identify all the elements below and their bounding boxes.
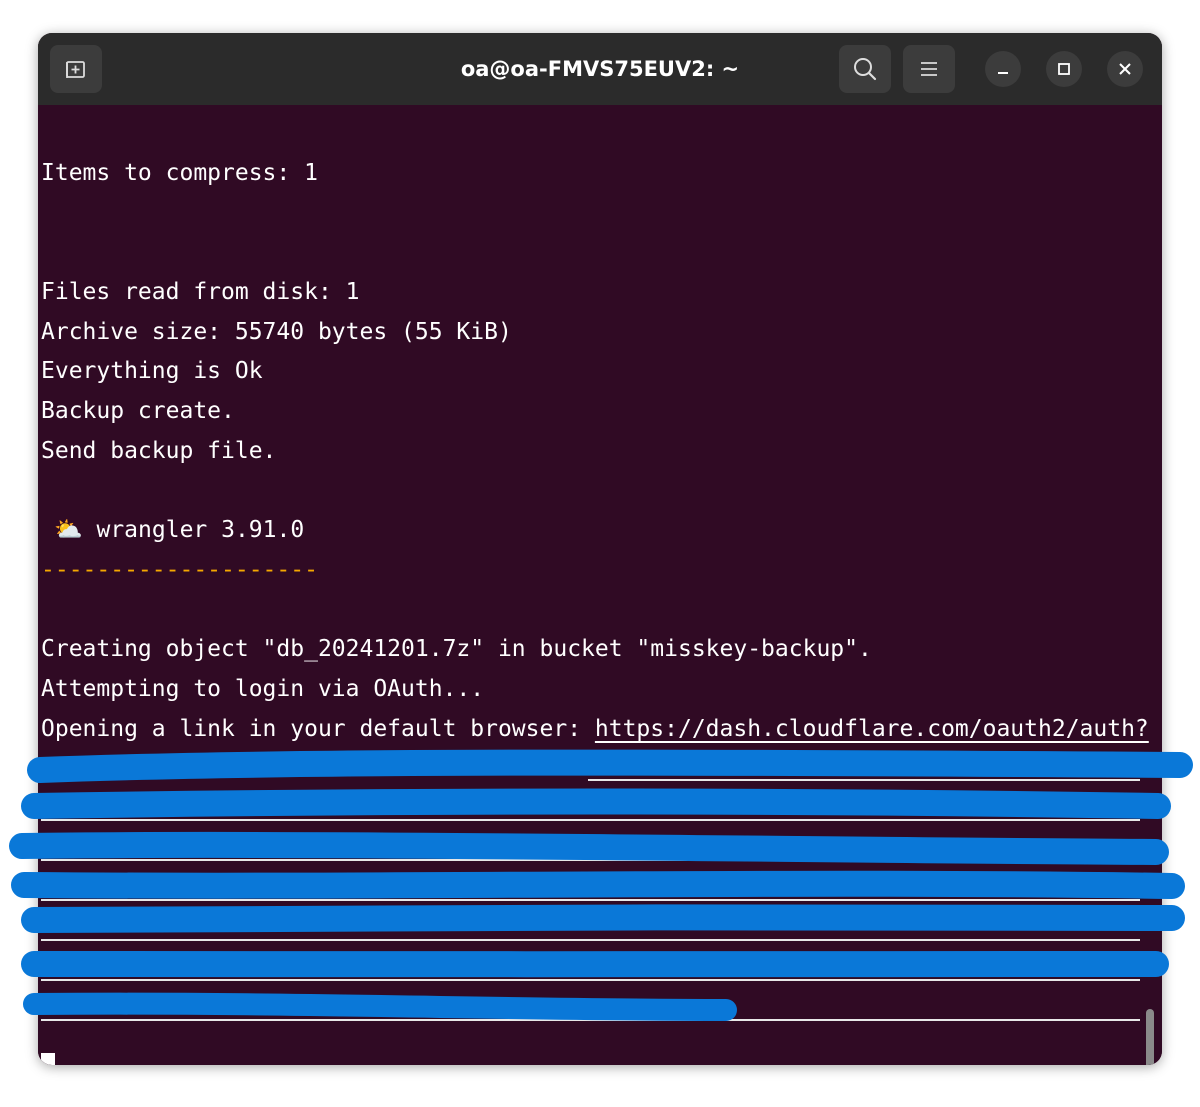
output-text: Opening a link in your default browser: — [41, 716, 595, 742]
minimize-button[interactable] — [985, 51, 1021, 87]
url-underline — [41, 859, 1140, 861]
menu-button[interactable] — [903, 45, 955, 93]
output-line: Files read from disk: 1 — [41, 279, 360, 305]
output-line: Attempting to login via OAuth... — [41, 676, 485, 702]
url-underline — [41, 939, 1140, 941]
output-line: Send backup file. — [41, 438, 277, 464]
url-underline — [41, 819, 1140, 821]
close-button[interactable] — [1107, 51, 1143, 87]
oauth-link[interactable]: https://dash.cloudflare.com/oauth2/auth? — [595, 716, 1149, 742]
url-underline — [41, 979, 1140, 981]
hamburger-menu-icon — [921, 62, 937, 76]
new-tab-button[interactable] — [50, 45, 102, 93]
output-line: Opening a link in your default browser: … — [41, 714, 1149, 744]
output-line: Creating object "db_20241201.7z" in buck… — [41, 636, 872, 662]
new-tab-icon — [66, 61, 85, 78]
url-underline — [41, 1019, 1140, 1021]
url-underline — [588, 779, 1140, 781]
output-line: Backup create. — [41, 398, 235, 424]
maximize-button[interactable] — [1046, 51, 1082, 87]
scrollbar-thumb[interactable] — [1146, 1009, 1154, 1065]
separator-line: -------------------- — [41, 557, 318, 583]
close-icon — [1119, 63, 1131, 75]
terminal-output[interactable]: Items to compress: 1 Files read from dis… — [38, 105, 1162, 1065]
output-line: ⛅️ wrangler 3.91.0 — [54, 517, 305, 543]
output-line: Everything is Ok — [41, 358, 263, 384]
title-bar[interactable]: oa@oa-FMVS75EUV2: ~ — [38, 33, 1162, 105]
terminal-cursor — [41, 1053, 55, 1065]
minimize-icon — [998, 72, 1008, 74]
output-line: Archive size: 55740 bytes (55 KiB) — [41, 319, 512, 345]
search-button[interactable] — [839, 45, 891, 93]
url-underline — [41, 899, 1140, 901]
maximize-icon — [1058, 63, 1070, 75]
search-icon — [854, 58, 877, 81]
terminal-window: oa@oa-FMVS75EUV2: ~ Items to compress: 1… — [38, 33, 1162, 1065]
output-line: Items to compress: 1 — [41, 160, 318, 186]
